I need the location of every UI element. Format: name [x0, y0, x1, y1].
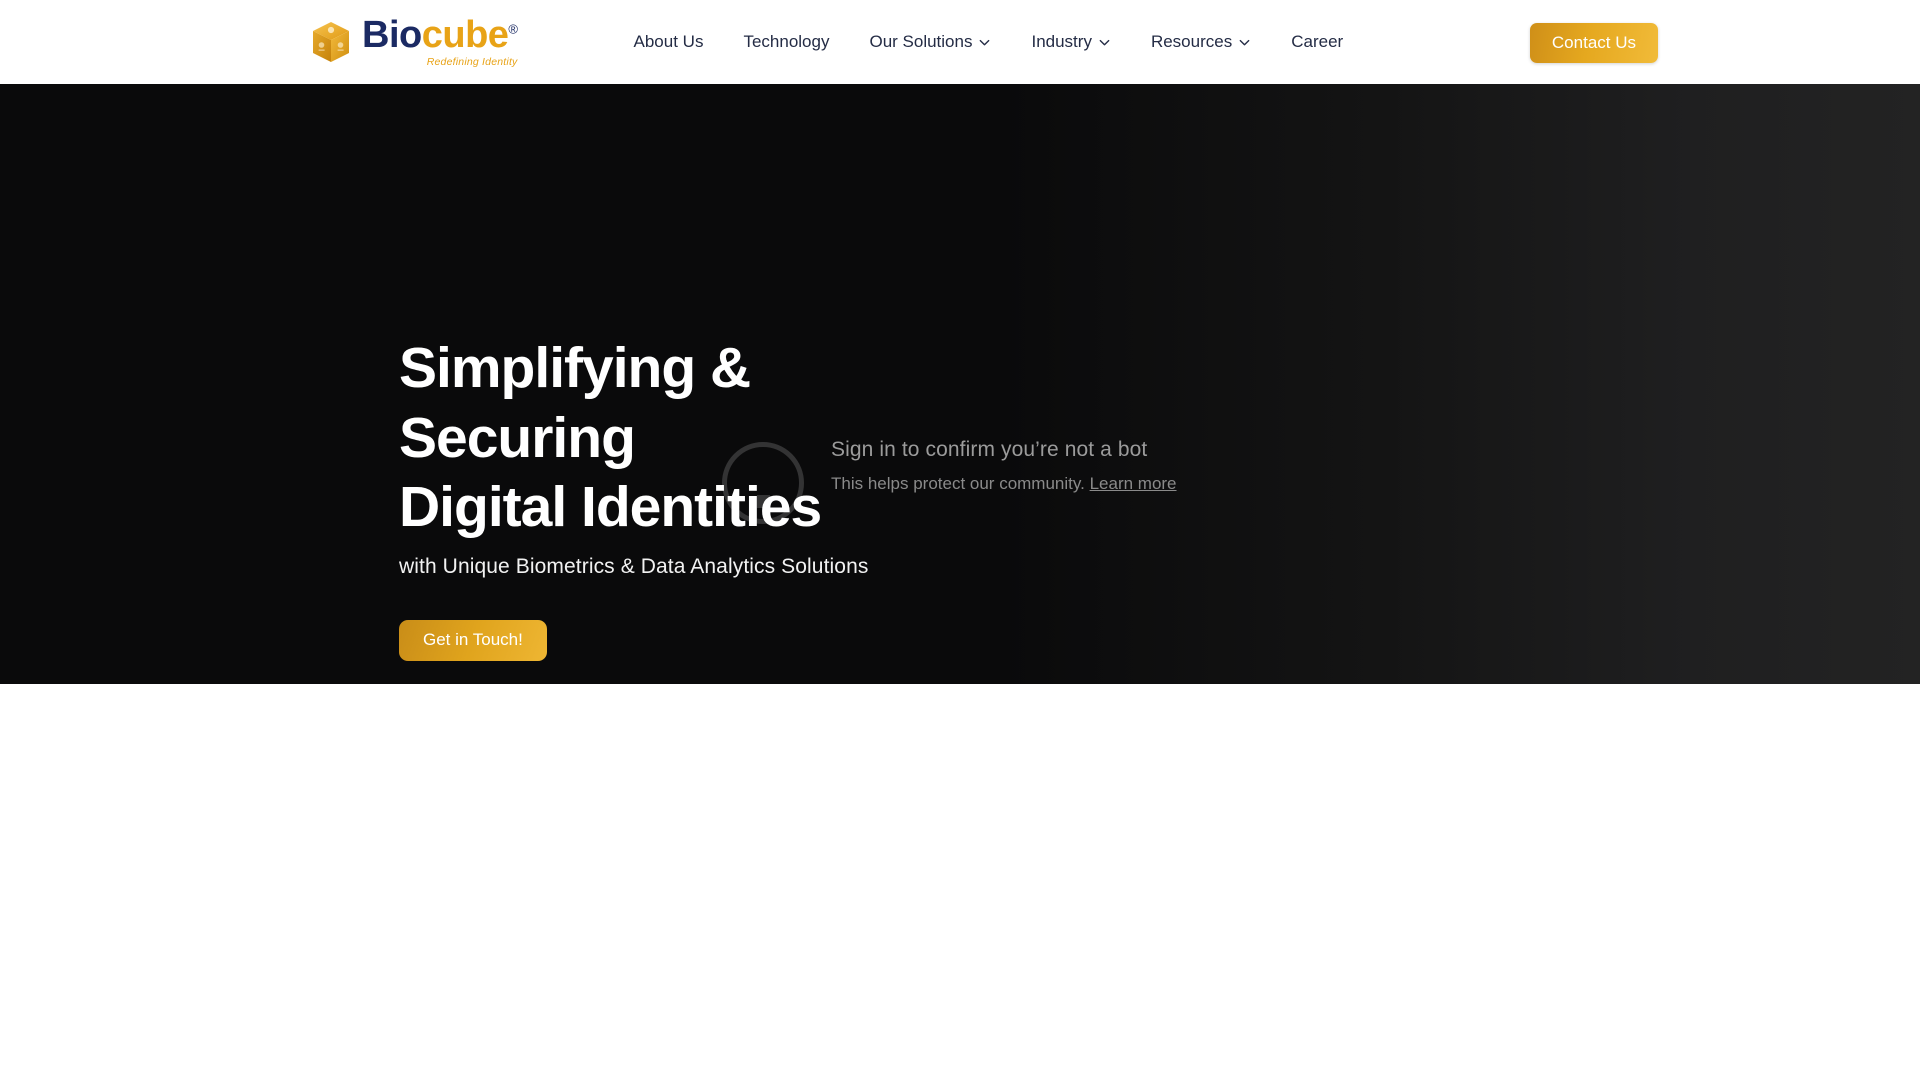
nav-label: Our Solutions [869, 32, 973, 51]
chevron-down-icon [1098, 36, 1111, 49]
brand-name-cube: cube [421, 14, 509, 57]
hero-subheading: with Unique Biometrics & Data Analytics … [399, 554, 869, 578]
hero-content: Simplifying & Securing Digital Identitie… [399, 334, 1299, 661]
get-in-touch-button[interactable]: Get in Touch! [399, 619, 547, 661]
bot-overlay-subtitle: This helps protect our community. Learn … [831, 473, 1391, 495]
chevron-down-icon [1238, 36, 1251, 49]
nav-item-about-us[interactable]: About Us [614, 22, 724, 62]
bot-overlay-subtitle-text: This helps protect our community. [831, 474, 1085, 494]
hero-heading-line-2: Digital Identities [399, 475, 822, 540]
bot-overlay-title: Sign in to confirm you’re not a bot [831, 438, 1148, 461]
nav-label: Career [1291, 32, 1344, 51]
site-header: Biocube® Redefining Identity About Us Te… [0, 0, 1920, 84]
hero-section: Simplifying & Securing Digital Identitie… [0, 84, 1920, 684]
nav-label: Resources [1150, 32, 1233, 51]
nav-item-our-solutions[interactable]: Our Solutions [849, 22, 1011, 62]
nav-item-career[interactable]: Career [1271, 22, 1363, 62]
brand-logo-link[interactable]: Biocube® Redefining Identity [310, 16, 518, 68]
biocube-cube-logo-icon [310, 20, 352, 64]
hero-heading-line-1: Simplifying & Securing [399, 336, 751, 470]
about-section: About Us Trust, Security, and Convenienc… [0, 684, 1920, 1080]
brand-wordmark: Biocube® Redefining Identity [362, 16, 518, 68]
nav-label: Industry [1031, 32, 1092, 51]
bot-verification-overlay: Sign in to confirm you’re not a bot This… [831, 436, 1391, 495]
brand-tagline: Redefining Identity [426, 56, 518, 69]
registered-mark: ® [508, 21, 518, 37]
nav-item-resources[interactable]: Resources [1131, 22, 1271, 62]
contact-us-button[interactable]: Contact Us [1529, 23, 1658, 63]
chevron-down-icon [978, 36, 991, 49]
nav-item-industry[interactable]: Industry [1011, 22, 1130, 62]
learn-more-link[interactable]: Learn more [1090, 474, 1177, 493]
brand-name-bio: Bio [362, 14, 422, 57]
nav-label: About Us [633, 32, 704, 51]
nav-item-technology[interactable]: Technology [723, 22, 849, 62]
nav-label: Technology [743, 32, 830, 51]
main-navigation: About Us Technology Our Solutions Indust… [614, 22, 1364, 62]
